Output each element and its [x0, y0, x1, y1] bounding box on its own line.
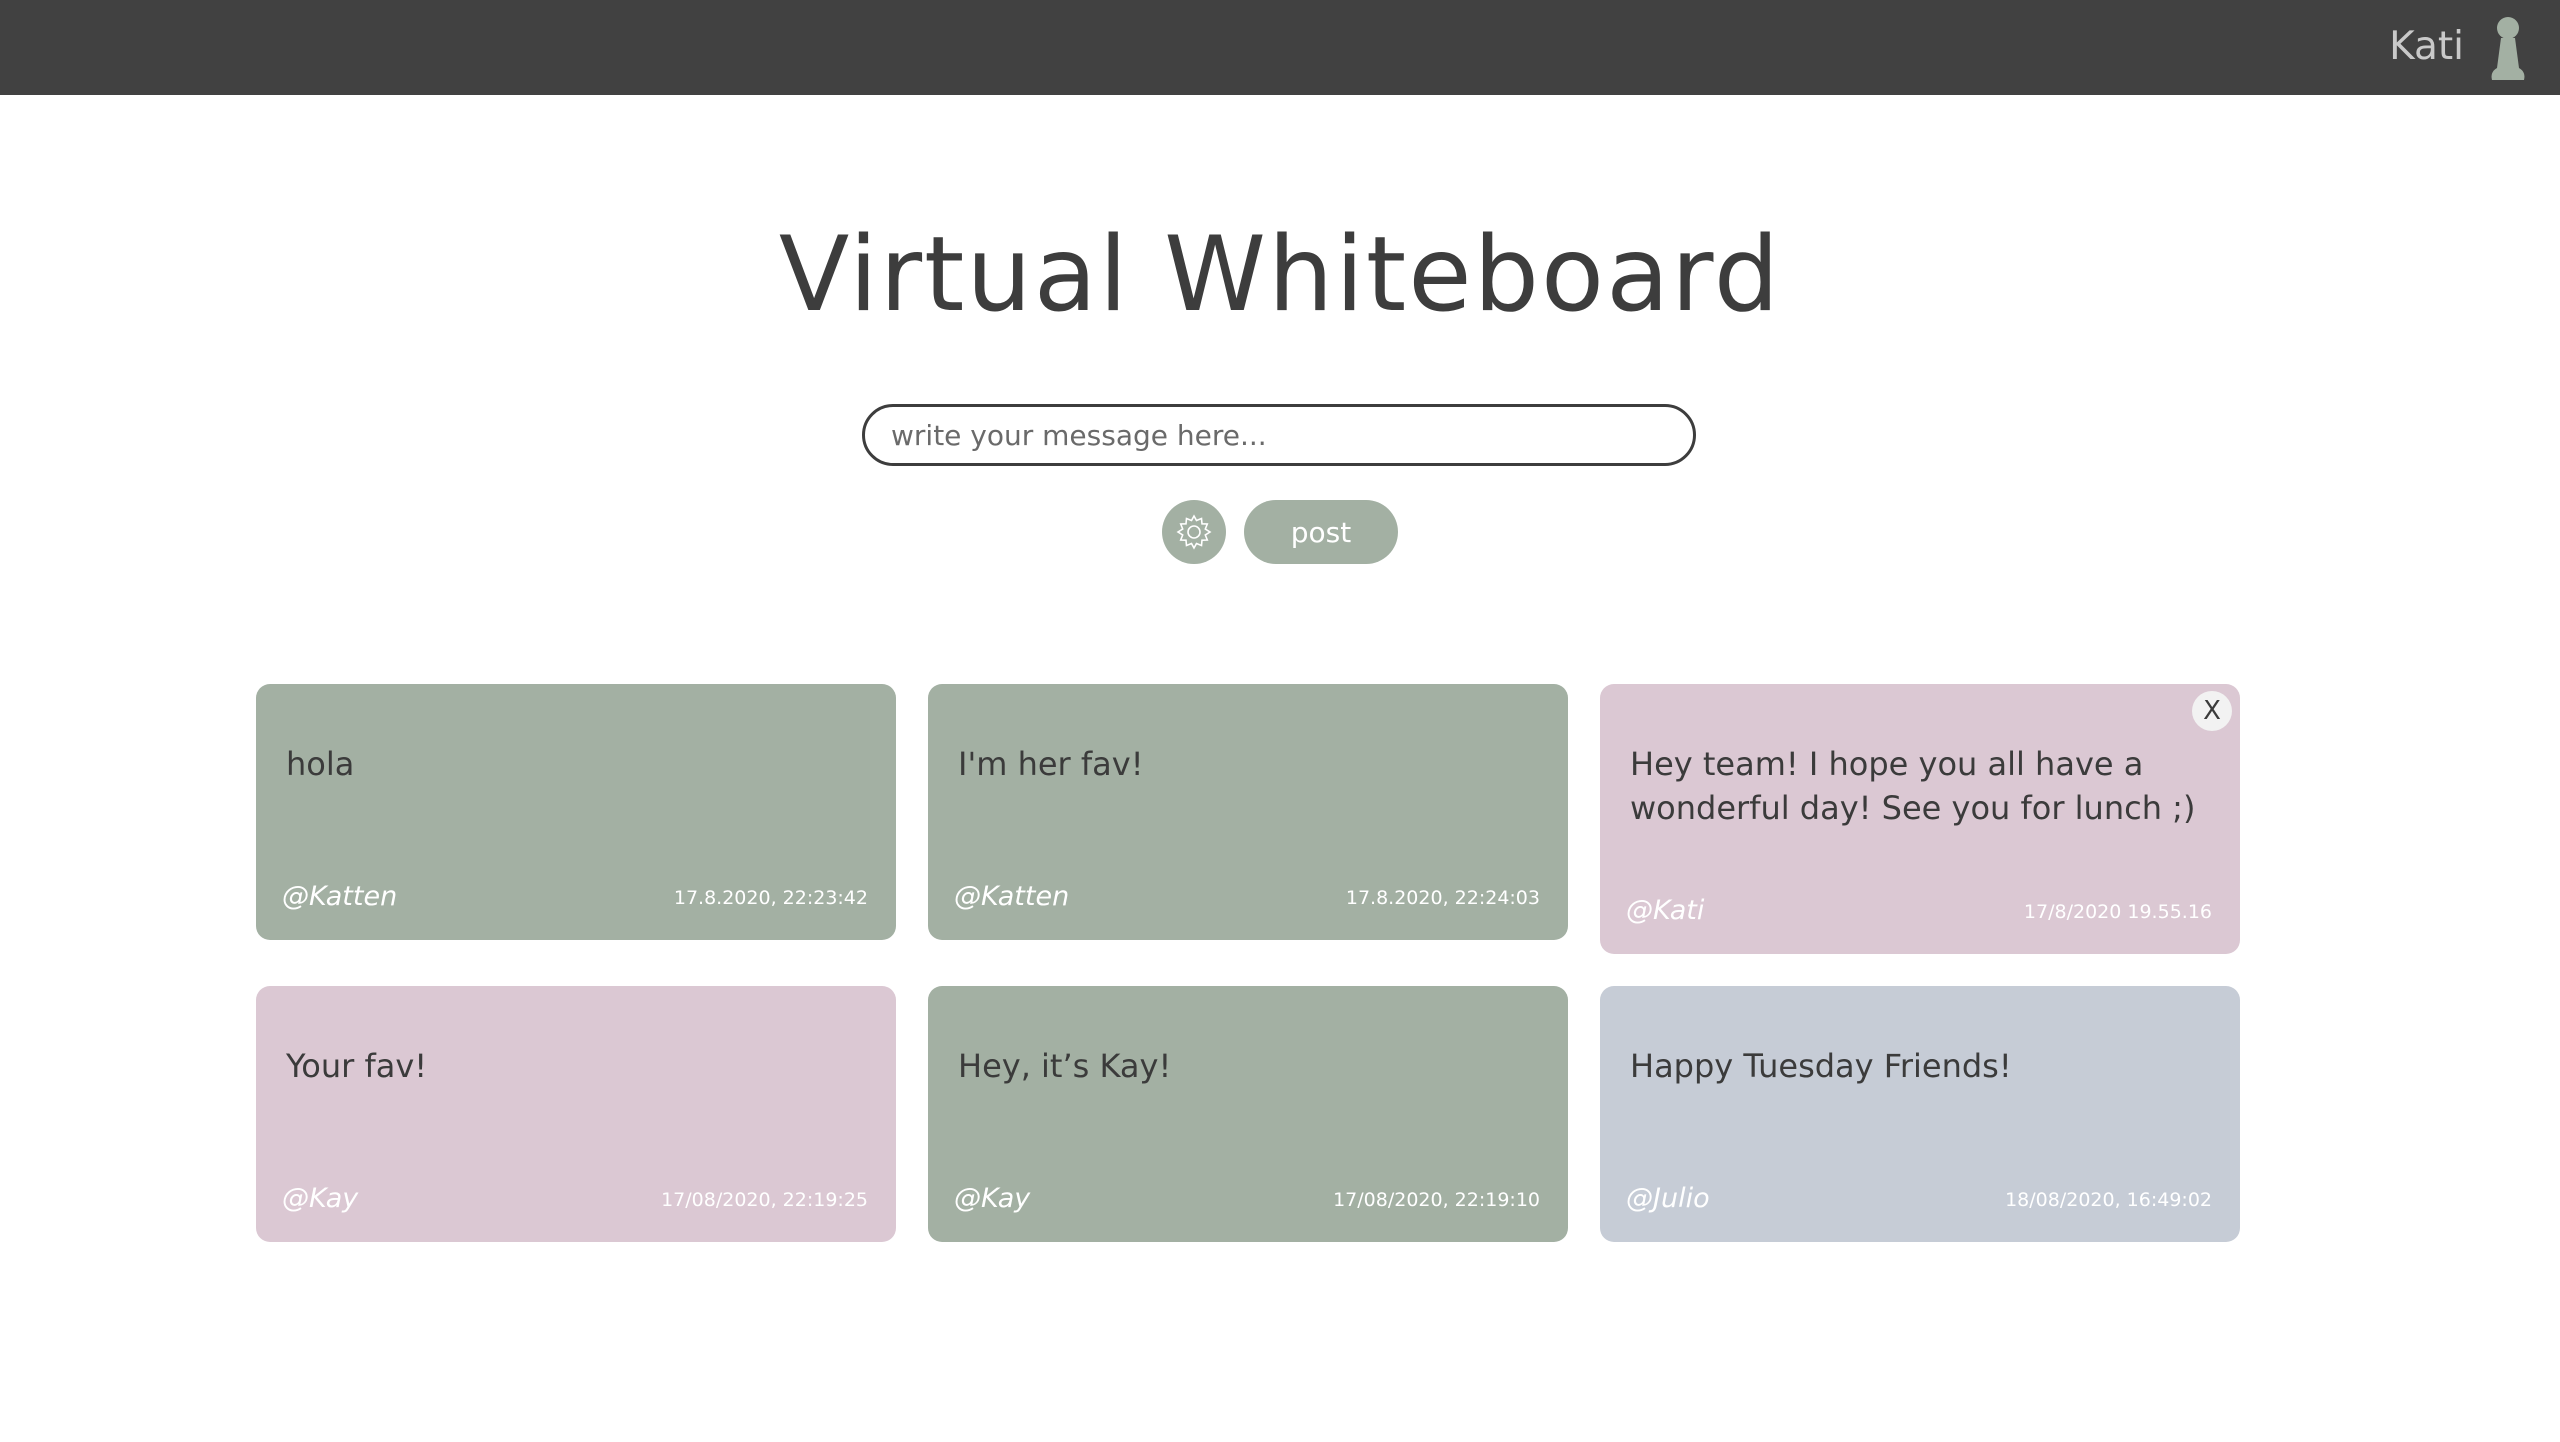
note-text: Your fav! — [286, 1047, 428, 1085]
note-card[interactable]: hola @Katten 17.8.2020, 22:23:42 — [256, 684, 896, 940]
top-bar: Kati — [0, 0, 2560, 95]
close-icon[interactable]: X — [2192, 691, 2232, 731]
note-timestamp: 17.8.2020, 22:24:03 — [1345, 887, 1540, 909]
note-text: hola — [286, 745, 355, 783]
note-timestamp: 17.8.2020, 22:23:42 — [673, 887, 868, 909]
pawn-avatar-icon[interactable] — [2490, 16, 2526, 80]
note-timestamp: 17/08/2020, 22:19:10 — [1333, 1189, 1540, 1211]
note-card[interactable]: Happy Tuesday Friends! @Julio 18/08/2020… — [1600, 986, 2240, 1242]
gear-icon — [1176, 514, 1212, 550]
note-author: @Kay — [282, 1183, 359, 1214]
note-text: I'm her fav! — [958, 745, 1144, 783]
note-timestamp: 17/8/2020 19.55.16 — [2023, 901, 2212, 923]
note-timestamp: 17/08/2020, 22:19:25 — [661, 1189, 868, 1211]
note-card[interactable]: X Hey team! I hope you all have a wonder… — [1600, 684, 2240, 954]
note-card[interactable]: Your fav! @Kay 17/08/2020, 22:19:25 — [256, 986, 896, 1242]
note-text: Hey, it’s Kay! — [958, 1047, 1172, 1085]
note-author: @Kati — [1626, 895, 1705, 926]
note-author: @Katten — [282, 881, 398, 912]
note-timestamp: 18/08/2020, 16:49:02 — [2005, 1189, 2212, 1211]
note-text: Hey team! I hope you all have a wonderfu… — [1630, 745, 2196, 827]
note-author: @Katten — [954, 881, 1070, 912]
note-text: Happy Tuesday Friends! — [1630, 1047, 2012, 1085]
page-title: Virtual Whiteboard — [778, 215, 1782, 335]
settings-button[interactable] — [1162, 500, 1226, 564]
username-label[interactable]: Kati — [2389, 24, 2464, 69]
note-card[interactable]: I'm her fav! @Katten 17.8.2020, 22:24:03 — [928, 684, 1568, 940]
message-input[interactable] — [862, 404, 1696, 466]
post-button[interactable]: post — [1244, 500, 1398, 564]
note-author: @Julio — [1626, 1183, 1710, 1214]
note-author: @Kay — [954, 1183, 1031, 1214]
note-card[interactable]: Hey, it’s Kay! @Kay 17/08/2020, 22:19:10 — [928, 986, 1568, 1242]
